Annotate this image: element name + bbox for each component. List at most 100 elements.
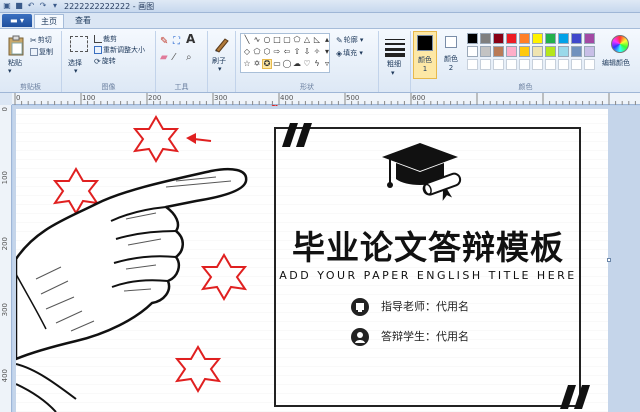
- resize-button[interactable]: 重新调整大小: [94, 46, 145, 55]
- palette-color-swatch[interactable]: [493, 33, 504, 44]
- up-arrow-shape-icon[interactable]: ⇧: [292, 47, 302, 57]
- color1-selector[interactable]: 颜色 1: [413, 31, 437, 79]
- outline-button[interactable]: ✎轮廓 ▾: [336, 36, 363, 45]
- custom-color-slot[interactable]: [584, 59, 595, 70]
- rectangle-shape-icon[interactable]: □: [272, 35, 282, 45]
- student-row: 答辩学生：代用名: [351, 327, 469, 347]
- six-point-star-shape-icon[interactable]: ✡: [252, 59, 262, 69]
- select-icon[interactable]: [70, 36, 88, 52]
- palette-color-swatch[interactable]: [506, 46, 517, 57]
- gallery-scroll-up-icon[interactable]: ▴: [322, 35, 332, 45]
- oval-callout-shape-icon[interactable]: ◯: [282, 59, 292, 69]
- custom-color-slot[interactable]: [571, 59, 582, 70]
- drawing-canvas[interactable]: 毕业论文答辩模板 ADD YOUR PAPER ENGLISH TITLE HE…: [16, 109, 608, 412]
- color-picker-icon[interactable]: ⁄: [173, 53, 175, 63]
- custom-color-slot[interactable]: [506, 59, 517, 70]
- palette-color-swatch[interactable]: [571, 46, 582, 57]
- pentagon-shape-icon[interactable]: ⬠: [252, 47, 262, 57]
- file-menu-button[interactable]: ▬ ▾: [2, 14, 32, 27]
- hexagon-shape-icon[interactable]: ⬡: [262, 47, 272, 57]
- palette-color-swatch[interactable]: [519, 33, 530, 44]
- tab-home[interactable]: 主页: [34, 14, 64, 28]
- horizontal-ruler-ticks: [14, 93, 636, 105]
- selected-star-shape-icon[interactable]: ✪: [262, 59, 272, 69]
- tab-view[interactable]: 查看: [68, 14, 98, 28]
- paint-app-icon[interactable]: ▣: [2, 1, 12, 11]
- palette-color-swatch[interactable]: [545, 33, 556, 44]
- eraser-icon[interactable]: ▰: [160, 53, 168, 63]
- curve-shape-icon[interactable]: ∿: [252, 35, 262, 45]
- gallery-expand-icon[interactable]: ▿: [322, 59, 332, 69]
- palette-color-swatch[interactable]: [584, 33, 595, 44]
- palette-color-swatch[interactable]: [467, 46, 478, 57]
- left-arrow-shape-icon[interactable]: ⇦: [282, 47, 292, 57]
- crop-button[interactable]: 裁剪: [94, 35, 117, 44]
- fill-button[interactable]: ◈填充 ▾: [336, 49, 363, 58]
- palette-color-swatch[interactable]: [480, 46, 491, 57]
- palette-color-swatch[interactable]: [519, 46, 530, 57]
- color2-selector[interactable]: 颜色 2: [441, 31, 463, 79]
- size-dropdown-icon[interactable]: ▾: [391, 69, 395, 78]
- palette-color-swatch[interactable]: [584, 46, 595, 57]
- heart-shape-icon[interactable]: ♡: [302, 59, 312, 69]
- line-shape-icon[interactable]: ╲: [242, 35, 252, 45]
- file-menu-icon: ▬ ▾: [9, 16, 25, 25]
- copy-button[interactable]: 复制: [30, 48, 53, 57]
- save-icon[interactable]: ■: [14, 1, 24, 11]
- pencil-icon[interactable]: ✎: [160, 37, 168, 47]
- custom-color-slot[interactable]: [545, 59, 556, 70]
- rounded-callout-shape-icon[interactable]: ▭: [272, 59, 282, 69]
- custom-color-slot[interactable]: [467, 59, 478, 70]
- palette-color-swatch[interactable]: [571, 33, 582, 44]
- palette-color-swatch[interactable]: [558, 46, 569, 57]
- edit-colors-icon[interactable]: [611, 35, 629, 53]
- size-button[interactable]: 粗细: [387, 60, 401, 69]
- palette-color-swatch[interactable]: [493, 46, 504, 57]
- custom-color-slot[interactable]: [480, 59, 491, 70]
- paste-dropdown-icon[interactable]: ▾: [8, 67, 12, 76]
- fill-bucket-icon[interactable]: ⛶: [173, 37, 180, 47]
- brush-icon[interactable]: [213, 35, 231, 53]
- edit-colors-button[interactable]: 编辑颜色: [602, 59, 630, 68]
- title-bar: ▣ ■ ↶ ↷ ▾ 2222222222222 - 画图: [0, 0, 640, 13]
- palette-color-swatch[interactable]: [532, 33, 543, 44]
- rounded-rectangle-shape-icon[interactable]: ▢: [282, 35, 292, 45]
- cloud-callout-shape-icon[interactable]: ☁: [292, 59, 302, 69]
- redo-icon[interactable]: ↷: [38, 1, 48, 11]
- select-dropdown-icon[interactable]: ▾: [74, 67, 78, 76]
- gallery-scroll-down-icon[interactable]: ▾: [322, 47, 332, 57]
- custom-color-slot[interactable]: [532, 59, 543, 70]
- diamond-shape-icon[interactable]: ◇: [242, 47, 252, 57]
- rotate-button[interactable]: ⟳旋转: [94, 57, 116, 66]
- palette-color-swatch[interactable]: [545, 46, 556, 57]
- paste-icon[interactable]: [6, 35, 26, 57]
- custom-color-slot[interactable]: [519, 59, 530, 70]
- polygon-shape-icon[interactable]: ⬠: [292, 35, 302, 45]
- line-width-icon[interactable]: [385, 37, 405, 57]
- right-triangle-shape-icon[interactable]: ◺: [312, 35, 322, 45]
- right-arrow-shape-icon[interactable]: ⇨: [272, 47, 282, 57]
- undo-icon[interactable]: ↶: [26, 1, 36, 11]
- advisor-text: 指导老师：代用名: [381, 300, 469, 313]
- five-point-star-shape-icon[interactable]: ☆: [242, 59, 252, 69]
- palette-color-swatch[interactable]: [532, 46, 543, 57]
- magnifier-icon[interactable]: ⌕: [186, 53, 192, 63]
- down-arrow-shape-icon[interactable]: ⇩: [302, 47, 312, 57]
- customize-icon[interactable]: ▾: [50, 1, 60, 11]
- custom-color-slot[interactable]: [493, 59, 504, 70]
- shapes-gallery: ╲ ∿ ○ □ ▢ ⬠ △ ◺ ◇ ⬠ ⬡ ⇨ ⇦ ⇧ ⇩ ✧ ☆ ✡ ✪ ▭ …: [240, 33, 330, 73]
- triangle-shape-icon[interactable]: △: [302, 35, 312, 45]
- palette-color-swatch[interactable]: [558, 33, 569, 44]
- fill-icon: ◈: [336, 49, 343, 58]
- palette-color-swatch[interactable]: [467, 33, 478, 44]
- oval-shape-icon[interactable]: ○: [262, 35, 272, 45]
- lightning-shape-icon[interactable]: ϟ: [312, 59, 322, 69]
- cut-button[interactable]: ✂剪切: [30, 36, 52, 45]
- text-tool-icon[interactable]: A: [186, 33, 195, 45]
- palette-color-swatch[interactable]: [480, 33, 491, 44]
- brushes-dropdown-icon[interactable]: ▾: [218, 65, 222, 74]
- canvas-resize-handle-right[interactable]: [607, 258, 611, 262]
- custom-color-slot[interactable]: [558, 59, 569, 70]
- palette-color-swatch[interactable]: [506, 33, 517, 44]
- four-point-star-shape-icon[interactable]: ✧: [312, 47, 322, 57]
